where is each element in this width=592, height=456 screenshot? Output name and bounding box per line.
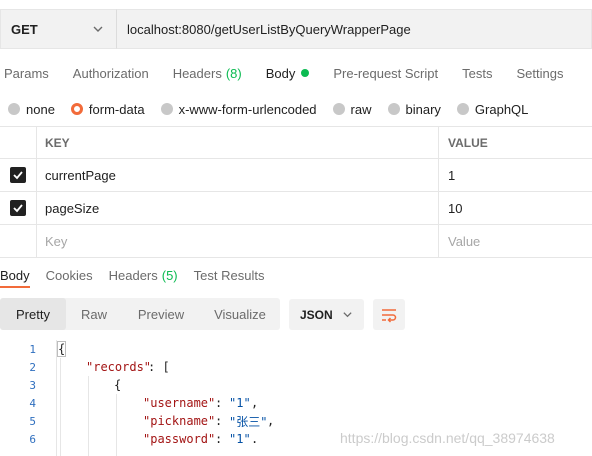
request-tabs: Params Authorization Headers (8) Body Pre… bbox=[0, 60, 587, 86]
radio-binary[interactable]: binary bbox=[387, 102, 441, 117]
code-line: 2 "records" : [ bbox=[0, 358, 592, 376]
value-cell[interactable]: 1 bbox=[439, 159, 592, 191]
code-line: 5 "pickname" : "张三" , bbox=[0, 412, 592, 430]
radio-circle-icon bbox=[456, 103, 469, 115]
table-row: currentPage 1 bbox=[0, 159, 592, 192]
code-line: 1 { bbox=[0, 340, 592, 358]
table-row: pageSize 10 bbox=[0, 192, 592, 225]
line-number: 2 bbox=[29, 360, 36, 374]
radio-circle-icon bbox=[160, 103, 173, 115]
radio-none[interactable]: none bbox=[8, 102, 55, 117]
new-key-input[interactable]: Key bbox=[37, 225, 439, 257]
code-line: 4 "username" : "1" , bbox=[0, 394, 592, 412]
view-raw-button[interactable]: Raw bbox=[66, 298, 122, 330]
chevron-down-icon bbox=[343, 312, 352, 318]
tab-headers[interactable]: Headers (8) bbox=[173, 66, 242, 81]
line-number: 5 bbox=[29, 414, 36, 428]
view-pretty-button[interactable]: Pretty bbox=[0, 298, 66, 330]
response-tab-cookies[interactable]: Cookies bbox=[46, 268, 93, 283]
check-icon bbox=[13, 171, 23, 180]
response-tab-headers[interactable]: Headers (5) bbox=[109, 268, 178, 283]
line-number: 6 bbox=[29, 432, 36, 446]
column-key-header: KEY bbox=[37, 127, 439, 158]
radio-graphql[interactable]: GraphQL bbox=[456, 102, 528, 117]
tab-settings[interactable]: Settings bbox=[516, 66, 563, 81]
tab-authorization[interactable]: Authorization bbox=[73, 66, 149, 81]
radio-urlencoded[interactable]: x-www-form-urlencoded bbox=[160, 102, 317, 117]
tab-body[interactable]: Body bbox=[266, 66, 310, 81]
tab-tests[interactable]: Tests bbox=[462, 66, 492, 81]
response-tab-body[interactable]: Body bbox=[0, 268, 30, 288]
radio-circle-icon bbox=[387, 103, 400, 115]
line-number: 1 bbox=[29, 342, 36, 356]
radio-raw[interactable]: raw bbox=[332, 102, 372, 117]
radio-form-data[interactable]: form-data bbox=[70, 102, 145, 117]
view-visualize-button[interactable]: Visualize bbox=[200, 298, 280, 330]
chevron-down-icon bbox=[93, 26, 103, 32]
url-input[interactable]: localhost:8080/getUserListByQueryWrapper… bbox=[116, 9, 592, 49]
body-type-radios: none form-data x-www-form-urlencoded raw… bbox=[0, 98, 544, 120]
method-select[interactable]: GET bbox=[0, 9, 116, 49]
radio-selected-icon bbox=[70, 103, 83, 115]
tab-params[interactable]: Params bbox=[4, 66, 49, 81]
table-row-new: Key Value bbox=[0, 225, 592, 258]
response-headers-count: (5) bbox=[161, 267, 178, 283]
method-label: GET bbox=[11, 21, 38, 37]
url-text: localhost:8080/getUserListByQueryWrapper… bbox=[127, 21, 411, 37]
row-checkbox[interactable] bbox=[10, 200, 26, 216]
wrap-lines-icon bbox=[382, 308, 397, 323]
format-label: JSON bbox=[300, 307, 333, 322]
row-checkbox[interactable] bbox=[10, 167, 26, 183]
line-number: 4 bbox=[29, 396, 36, 410]
view-preview-button[interactable]: Preview bbox=[122, 298, 200, 330]
wrap-lines-button[interactable] bbox=[373, 299, 405, 330]
new-value-input[interactable]: Value bbox=[439, 225, 592, 257]
value-cell[interactable]: 10 bbox=[439, 192, 592, 224]
response-tab-test-results[interactable]: Test Results bbox=[194, 268, 265, 283]
key-cell[interactable]: pageSize bbox=[37, 192, 439, 224]
key-cell[interactable]: currentPage bbox=[37, 159, 439, 191]
check-icon bbox=[13, 204, 23, 213]
view-mode-selector: Pretty Raw Preview Visualize bbox=[0, 298, 280, 330]
request-bar: GET localhost:8080/getUserListByQueryWra… bbox=[0, 9, 592, 49]
radio-circle-icon bbox=[8, 103, 20, 115]
table-header: KEY VALUE bbox=[0, 126, 592, 159]
body-active-dot-icon bbox=[301, 69, 310, 77]
tab-prerequest-script[interactable]: Pre-request Script bbox=[333, 66, 438, 81]
form-data-table: KEY VALUE currentPage 1 pageSize 10 Key … bbox=[0, 126, 592, 258]
format-select[interactable]: JSON bbox=[289, 299, 364, 330]
radio-circle-icon bbox=[332, 103, 345, 115]
watermark-text: https://blog.csdn.net/qq_38974638 bbox=[340, 430, 555, 446]
column-value-header: VALUE bbox=[448, 135, 488, 150]
headers-count: (8) bbox=[225, 65, 242, 81]
response-tabs: Body Cookies Headers (5) Test Results bbox=[0, 264, 280, 288]
code-line: 3 { bbox=[0, 376, 592, 394]
line-number: 3 bbox=[29, 378, 36, 392]
